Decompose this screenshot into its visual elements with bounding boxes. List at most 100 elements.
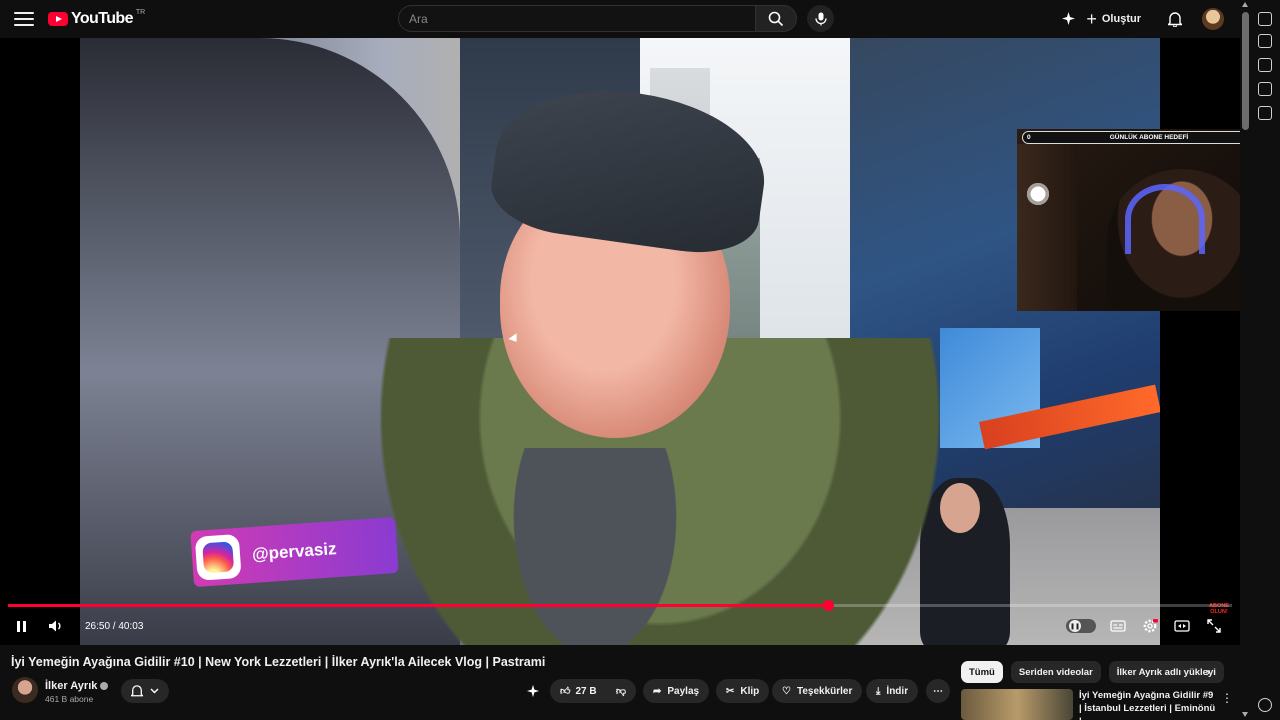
streamer-webcam: 0 GÜNLÜK ABONE HEDEFİ 6 [1017,129,1240,311]
notifications-button[interactable] [1161,5,1188,32]
share-button[interactable]: ➦ Paylaş [643,679,710,703]
search-icon [768,11,784,26]
scroll-up-arrow-icon[interactable] [1242,2,1248,7]
time-display: 26:50 / 40:03 [85,620,144,632]
video-frame[interactable]: @pervasiz [80,38,1160,645]
download-icon: ⤓ [876,685,881,697]
more-actions-button[interactable]: ⋯ [926,679,950,703]
progress-played [8,604,829,607]
webcam-door [1017,144,1077,311]
share-label: Paylaş [667,685,700,697]
thumbs-down-icon: 👎︎ [615,686,626,697]
subscriber-count: 461 B abone [45,694,94,704]
bell-icon [1167,11,1182,27]
sparkle-icon [526,684,540,698]
share-icon: ➦ [653,685,662,697]
search-button[interactable] [755,5,797,32]
like-dislike-group: 👍︎ 27 B 👎︎ [550,679,636,703]
scrubber-handle[interactable] [822,600,834,611]
scroll-thumb[interactable] [1242,12,1249,130]
video-title: İyi Yemeğin Ayağına Gidilir #10 | New Yo… [11,655,546,669]
sparkle-icon [1062,12,1076,25]
goal-label: GÜNLÜK ABONE HEDEFİ [1109,134,1189,141]
rail-book-icon[interactable] [1258,106,1272,120]
progress-bar[interactable] [8,600,1232,611]
subscribed-bell-button[interactable] [121,679,169,703]
heart-dollar-icon: ♡ [782,685,791,697]
channel-avatar[interactable] [12,677,38,703]
dislike-button[interactable]: 👎︎ [616,685,626,697]
webcam-lamp [1025,181,1051,207]
channel-name[interactable]: İlker Ayrık [45,680,109,692]
fullscreen-button[interactable] [1204,613,1224,639]
rail-notes-icon[interactable] [1258,82,1272,96]
pause-button[interactable] [12,613,30,639]
youtube-logo[interactable]: YouTube TR [48,8,146,28]
rail-screen-icon[interactable] [1258,34,1272,48]
video-pedestrian-head [940,483,980,533]
like-button[interactable]: 👍︎ 27 B [560,685,597,698]
menu-icon[interactable] [14,9,34,29]
subtitles-icon [1110,620,1126,632]
recommended-video[interactable]: İyi Yemeğin Ayağına Gidilir #9 | İstanbu… [961,689,1233,720]
thanks-button[interactable]: ♡ Teşekkürler [772,679,863,703]
user-avatar[interactable] [1202,7,1224,30]
download-button[interactable]: ⤓ İndir [866,679,919,703]
rail-wallet-icon[interactable] [1258,58,1272,72]
volume-icon [49,620,61,632]
bell-icon [130,685,143,697]
ai-sparkle-button[interactable] [1055,5,1082,32]
ask-ai-button[interactable] [526,679,546,703]
youtube-watch-page: YouTube TR + Oluştur [0,0,1280,720]
logo-text: YouTube [71,10,133,27]
goal-left-value: 0 [1027,134,1031,141]
chevron-right-icon[interactable]: › [1206,665,1210,679]
autoplay-toggle[interactable] [1066,613,1096,639]
more-horizontal-icon: ⋯ [933,685,943,697]
create-button[interactable]: + Oluştur [1082,5,1151,32]
video-info: İyi Yemeğin Ayağına Gidilir #10 | New Yo… [0,645,1240,720]
fullscreen-icon [1207,619,1221,633]
recommended-thumbnail[interactable] [961,689,1073,720]
search-box [398,5,756,32]
thanks-label: Teşekkürler [796,685,853,697]
subtitles-button[interactable] [1108,613,1128,639]
rail-settings-icon[interactable] [1258,698,1272,712]
subscribe-goal-bar: 0 GÜNLÜK ABONE HEDEFİ 6 [1022,131,1240,144]
chevron-down-icon [150,688,159,694]
recommendation-chips: Tümü Seriden videolar İlker Ayrık adlı y… [961,661,1224,683]
page-scrollbar[interactable] [1241,0,1250,720]
chip-series[interactable]: Seriden videolar [1010,661,1101,683]
instagram-icon [194,533,242,581]
recommended-title[interactable]: İyi Yemeğin Ayağına Gidilir #9 | İstanbu… [1079,690,1217,720]
theater-icon [1174,620,1190,632]
autoplay-switch [1066,619,1096,633]
chip-all[interactable]: Tümü [961,661,1003,683]
scroll-down-arrow-icon[interactable] [1242,712,1248,717]
more-vertical-icon[interactable]: ⋮ [1221,691,1233,705]
channel-name-text: İlker Ayrık [45,680,98,692]
top-header: YouTube TR + Oluştur [0,0,1240,38]
search-input[interactable] [399,6,755,31]
clip-label: Klip [740,685,760,697]
verified-icon [100,682,109,691]
like-count: 27 B [575,685,597,697]
instagram-handle: @pervasiz [251,539,338,564]
logo-country: TR [135,8,146,16]
video-player[interactable]: @pervasiz 0 GÜNLÜK ABONE HEDEFİ 6 ABONE … [0,38,1240,645]
voice-search-button[interactable] [807,5,834,32]
rail-tab-icon[interactable] [1258,12,1272,26]
gear-icon [1143,619,1158,633]
thumbs-up-icon: 👍︎ [560,686,571,697]
volume-button[interactable] [46,613,66,639]
settings-button[interactable] [1140,613,1160,639]
microphone-icon [814,12,827,25]
header-actions: + Oluştur [1055,5,1230,32]
download-label: İndir [886,685,909,697]
create-label: Oluştur [1101,12,1141,25]
scissors-icon: ✂ [726,685,735,697]
headset-icon [1125,184,1205,254]
clip-button[interactable]: ✂ Klip [716,679,770,703]
player-controls: 26:50 / 40:03 [0,613,1240,639]
theater-mode-button[interactable] [1172,613,1192,639]
